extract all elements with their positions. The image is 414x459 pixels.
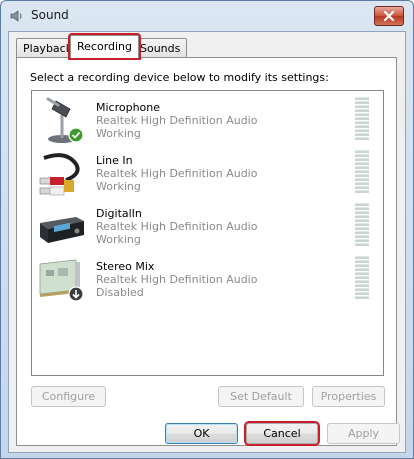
device-name: Line In — [96, 154, 133, 167]
level-meter — [355, 203, 371, 247]
digital-in-device-icon — [40, 217, 84, 243]
tab-sounds[interactable]: Sounds — [133, 38, 188, 57]
speaker-icon — [10, 10, 22, 22]
ok-button[interactable]: OK — [165, 423, 238, 444]
level-meter — [355, 97, 371, 141]
device-item-digital-in[interactable]: DigitalIn Realtek High Definition Audio … — [32, 199, 383, 251]
device-item-line-in[interactable]: Line In Realtek High Definition Audio Wo… — [32, 146, 383, 198]
device-list[interactable]: Microphone Realtek High Definition Audio… — [31, 90, 384, 376]
close-icon — [383, 11, 395, 21]
device-item-stereo-mix[interactable]: Stereo Mix Realtek High Definition Audio… — [32, 252, 383, 304]
device-status: Disabled — [96, 286, 144, 299]
sound-card-icon — [39, 259, 84, 302]
title-bar[interactable]: Sound — [1, 1, 413, 31]
device-name: Microphone — [96, 101, 161, 114]
properties-button[interactable]: Properties — [312, 386, 385, 407]
cancel-button[interactable]: Cancel — [244, 421, 320, 446]
device-description: Realtek High Definition Audio — [96, 167, 258, 180]
level-meter — [355, 256, 371, 300]
window-title: Sound — [31, 8, 69, 22]
sound-dialog: Sound Playback Recording Sounds Select a… — [0, 0, 414, 459]
tab-recording[interactable]: Recording — [67, 33, 142, 60]
device-name: DigitalIn — [96, 207, 142, 220]
apply-button[interactable]: Apply — [327, 423, 400, 444]
close-button[interactable] — [374, 6, 404, 26]
device-description: Realtek High Definition Audio — [96, 220, 258, 233]
configure-button[interactable]: Configure — [31, 386, 106, 407]
device-description: Realtek High Definition Audio — [96, 114, 258, 127]
device-item-microphone[interactable]: Microphone Realtek High Definition Audio… — [32, 93, 383, 145]
device-status: Working — [96, 180, 141, 193]
instruction-text: Select a recording device below to modif… — [30, 71, 329, 84]
set-default-button[interactable]: Set Default — [218, 386, 304, 407]
dialog-client-area: Playback Recording Sounds Select a recor… — [8, 31, 406, 453]
device-status: Working — [96, 233, 141, 246]
line-in-cable-icon — [39, 153, 80, 196]
level-meter — [355, 150, 371, 194]
device-status: Working — [96, 127, 141, 140]
device-description: Realtek High Definition Audio — [96, 273, 258, 286]
recording-panel: Select a recording device below to modif… — [16, 57, 397, 446]
device-name: Stereo Mix — [96, 260, 155, 273]
microphone-icon — [46, 97, 84, 143]
